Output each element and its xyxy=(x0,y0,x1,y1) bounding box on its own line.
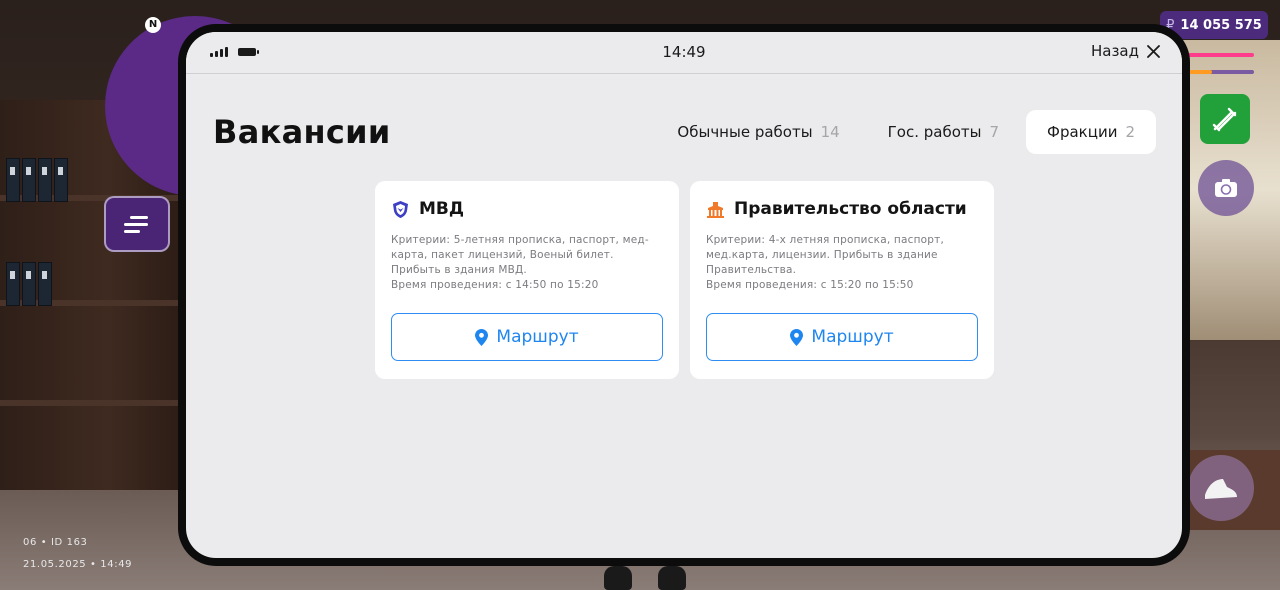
card-title: МВД xyxy=(419,199,465,219)
card-criteria: Критерии: 5-летняя прописка, паспорт, ме… xyxy=(391,234,649,276)
session-info: 06 • ID 163 21.05.2025 • 14:49 xyxy=(23,532,132,576)
tab-regular-jobs[interactable]: Обычные работы 14 xyxy=(656,110,860,154)
tab-label: Фракции xyxy=(1047,123,1118,141)
status-bar: 14:49 Назад xyxy=(186,32,1182,74)
route-label: Маршрут xyxy=(811,327,894,347)
category-tabs: Обычные работы 14 Гос. работы 7 Фракции … xyxy=(656,110,1156,154)
armor-bar xyxy=(1184,70,1254,74)
card-time: Время проведения: с 15:20 по 15:50 xyxy=(706,279,914,291)
money-value: 14 055 575 xyxy=(1180,17,1262,33)
government-building-icon xyxy=(707,201,724,218)
tab-count: 2 xyxy=(1125,123,1135,141)
weapon-button[interactable] xyxy=(1200,94,1250,144)
vacancy-card-mvd: МВД Критерии: 5-летняя прописка, паспорт… xyxy=(375,181,679,379)
tab-count: 7 xyxy=(989,123,1000,141)
tab-factions[interactable]: Фракции 2 xyxy=(1026,110,1156,154)
compass-north-icon: N xyxy=(145,17,161,33)
map-pin-icon xyxy=(475,328,489,346)
sprint-button[interactable] xyxy=(1188,455,1254,521)
back-label: Назад xyxy=(1090,42,1139,60)
tab-label: Гос. работы xyxy=(887,123,982,141)
card-title: Правительство области xyxy=(734,199,967,219)
date-time: 21.05.2025 • 14:49 xyxy=(23,559,133,570)
menu-icon xyxy=(124,212,150,237)
route-button[interactable]: Маршрут xyxy=(391,313,663,361)
police-shield-icon xyxy=(393,200,408,218)
phone-frame: 14:49 Назад Вакансии Обычные работы 14 Г… xyxy=(178,24,1190,566)
menu-button[interactable] xyxy=(104,196,170,252)
back-button[interactable]: Назад xyxy=(1091,42,1160,60)
health-bar xyxy=(1184,53,1254,57)
vacancy-card-government: Правительство области Критерии: 4-х летн… xyxy=(690,181,994,379)
card-description: Критерии: 4-х летняя прописка, паспорт, … xyxy=(706,233,978,293)
phone-screen: 14:49 Назад Вакансии Обычные работы 14 Г… xyxy=(186,32,1182,558)
status-time: 14:49 xyxy=(662,43,706,61)
weapon-icon xyxy=(1212,107,1237,132)
tab-gov-jobs[interactable]: Гос. работы 7 xyxy=(867,110,1020,154)
card-time: Время проведения: с 14:50 по 15:20 xyxy=(391,279,599,291)
sneaker-icon xyxy=(1205,479,1237,499)
tab-count: 14 xyxy=(820,123,840,141)
camera-button[interactable] xyxy=(1198,160,1254,216)
page-title: Вакансии xyxy=(213,113,391,151)
route-button[interactable]: Маршрут xyxy=(706,313,978,361)
player-id: 06 • ID 163 xyxy=(23,537,88,548)
camera-rotate-icon xyxy=(1215,179,1237,197)
vacancy-list: МВД Критерии: 5-летняя прописка, паспорт… xyxy=(375,181,994,379)
card-criteria: Критерии: 4-х летняя прописка, паспорт, … xyxy=(706,234,945,276)
map-pin-icon xyxy=(790,328,804,346)
card-description: Критерии: 5-летняя прописка, паспорт, ме… xyxy=(391,233,663,293)
close-icon xyxy=(1147,44,1160,58)
route-label: Маршрут xyxy=(496,327,579,347)
tab-label: Обычные работы xyxy=(677,123,813,141)
